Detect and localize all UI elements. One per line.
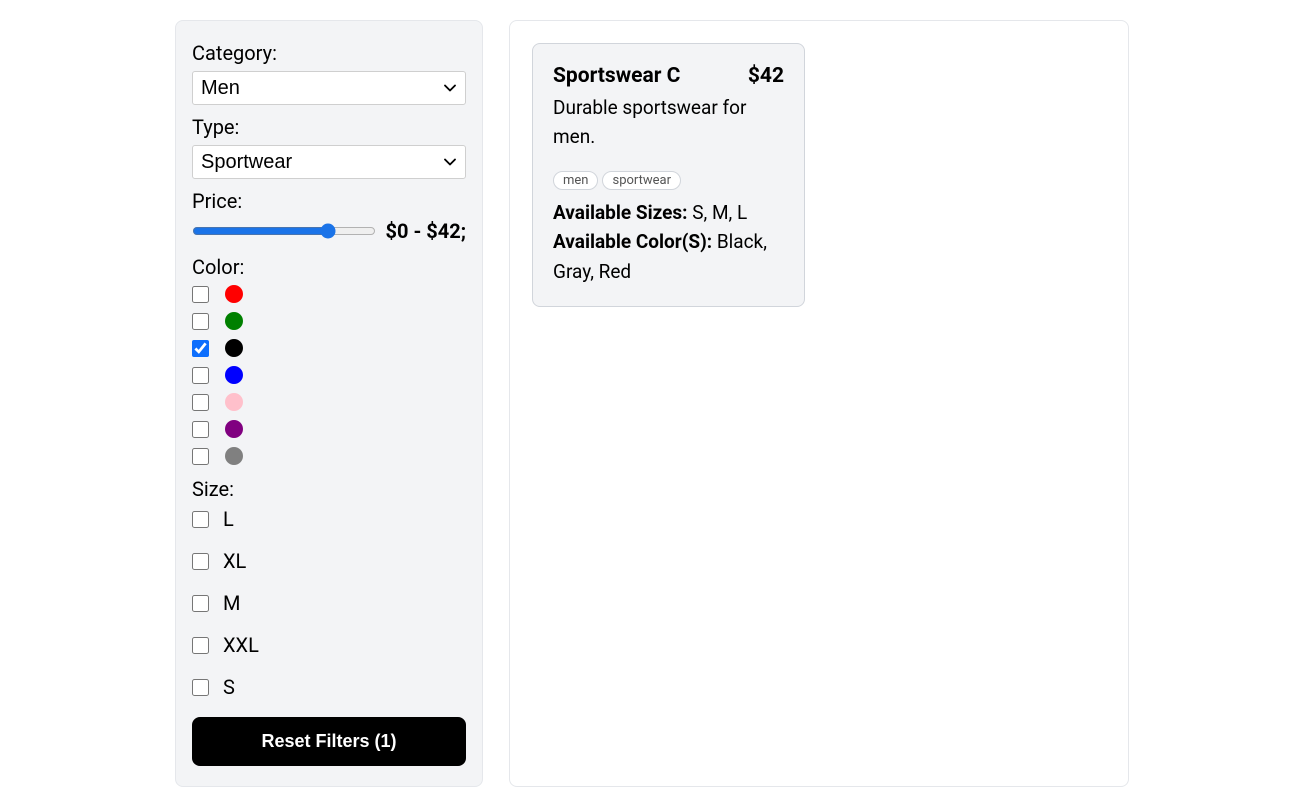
color-option bbox=[192, 312, 466, 330]
type-select[interactable]: Sportwear bbox=[192, 145, 466, 179]
color-checkbox-gray[interactable] bbox=[192, 448, 209, 465]
color-checkbox-purple[interactable] bbox=[192, 421, 209, 438]
reset-filters-button[interactable]: Reset Filters (1) bbox=[192, 717, 466, 766]
color-checkbox-pink[interactable] bbox=[192, 394, 209, 411]
color-swatch-icon bbox=[225, 447, 243, 465]
color-swatch-icon bbox=[225, 285, 243, 303]
product-description: Durable sportswear for men. bbox=[553, 94, 784, 151]
product-name: Sportswear C bbox=[553, 64, 680, 88]
sizes-meta-value: S, M, L bbox=[688, 201, 748, 224]
price-label: Price: bbox=[192, 189, 466, 213]
category-select[interactable]: Men bbox=[192, 71, 466, 105]
category-label: Category: bbox=[192, 41, 466, 65]
results-panel: Sportswear C $42 Durable sportswear for … bbox=[509, 20, 1129, 787]
color-option bbox=[192, 339, 466, 357]
color-option bbox=[192, 366, 466, 384]
filter-sidebar: Category: Men Type: Sportwear Price: $0 … bbox=[175, 20, 483, 787]
size-option: L bbox=[192, 507, 466, 531]
color-checkbox-red[interactable] bbox=[192, 286, 209, 303]
colors-meta-label: Available Color(S): bbox=[553, 230, 712, 253]
size-label: XXL bbox=[223, 633, 259, 657]
color-option bbox=[192, 393, 466, 411]
size-label: S bbox=[223, 675, 235, 699]
size-checkbox-s[interactable] bbox=[192, 679, 209, 696]
product-card[interactable]: Sportswear C $42 Durable sportswear for … bbox=[532, 43, 805, 307]
color-option bbox=[192, 447, 466, 465]
size-option: XL bbox=[192, 549, 466, 573]
price-display: $0 - $42; bbox=[386, 219, 466, 243]
color-checkbox-green[interactable] bbox=[192, 313, 209, 330]
color-option bbox=[192, 420, 466, 438]
size-label: L bbox=[223, 507, 234, 531]
product-tag: men bbox=[553, 171, 598, 190]
sizes-meta-label: Available Sizes: bbox=[553, 201, 688, 224]
size-label: M bbox=[223, 591, 240, 615]
color-swatch-icon bbox=[225, 420, 243, 438]
size-checkbox-xxl[interactable] bbox=[192, 637, 209, 654]
product-price: $42 bbox=[748, 64, 784, 88]
color-checkbox-black[interactable] bbox=[192, 340, 209, 357]
color-label: Color: bbox=[192, 255, 466, 279]
size-option: S bbox=[192, 675, 466, 699]
color-swatch-icon bbox=[225, 339, 243, 357]
type-label: Type: bbox=[192, 115, 466, 139]
size-option: M bbox=[192, 591, 466, 615]
color-swatch-icon bbox=[225, 312, 243, 330]
size-checkbox-l[interactable] bbox=[192, 511, 209, 528]
color-swatch-icon bbox=[225, 366, 243, 384]
size-label: Size: bbox=[192, 477, 466, 501]
color-checkbox-blue[interactable] bbox=[192, 367, 209, 384]
size-option: XXL bbox=[192, 633, 466, 657]
size-checkbox-m[interactable] bbox=[192, 595, 209, 612]
color-swatch-icon bbox=[225, 393, 243, 411]
price-slider[interactable] bbox=[192, 223, 376, 239]
size-label: XL bbox=[223, 549, 246, 573]
size-checkbox-xl[interactable] bbox=[192, 553, 209, 570]
color-option bbox=[192, 285, 466, 303]
product-tag: sportwear bbox=[602, 171, 681, 190]
